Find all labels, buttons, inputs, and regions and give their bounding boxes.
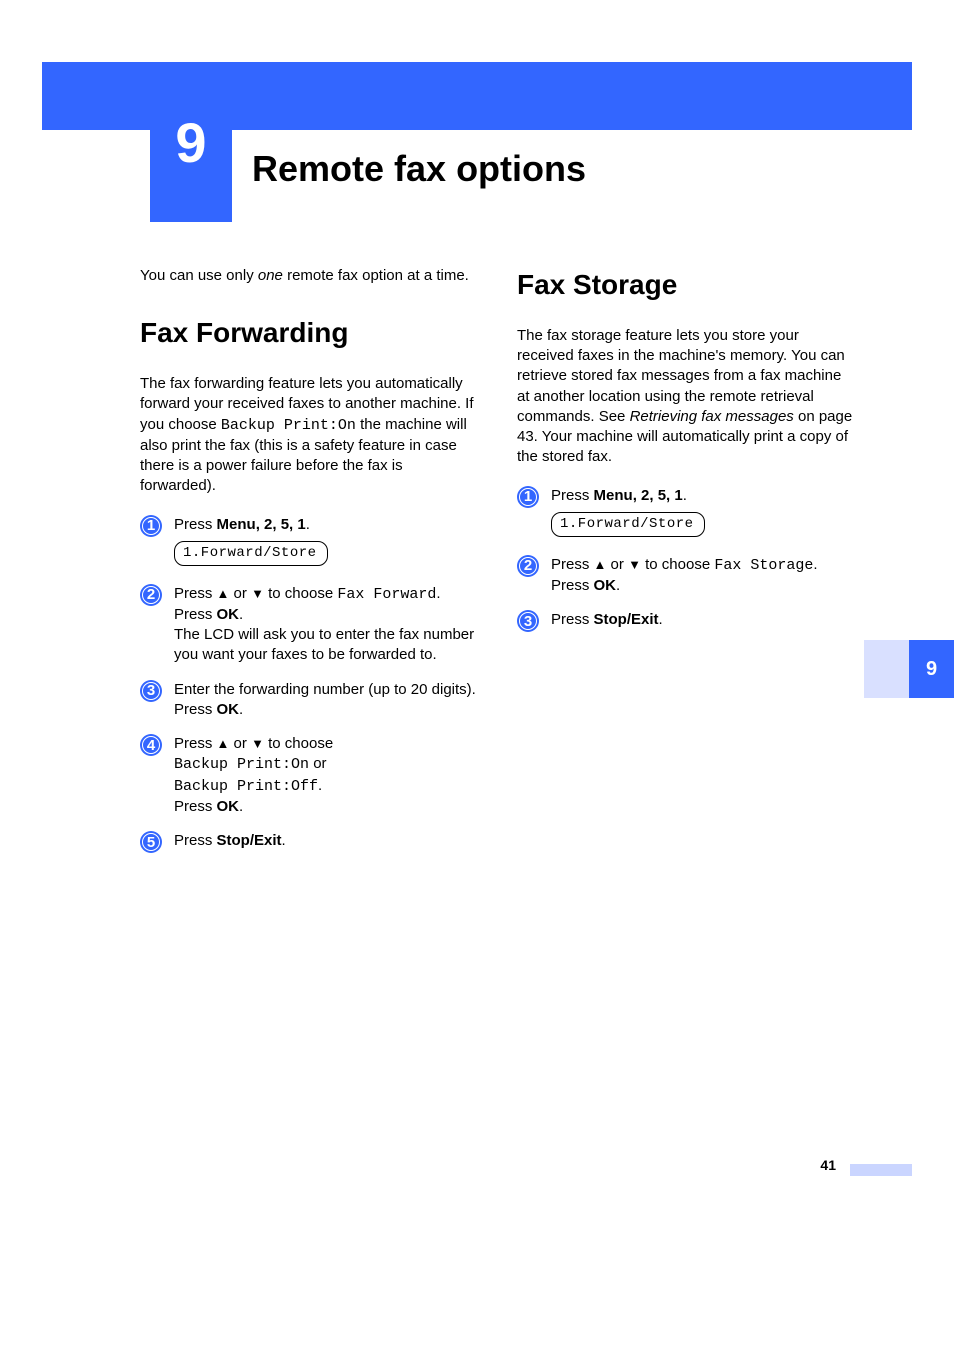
step-bullet-1: 1 — [140, 515, 162, 537]
ff-s2-or: or — [229, 585, 251, 602]
fs-step-1: 1 Press Menu, 2, 5, 1. 1.Forward/Store — [517, 486, 854, 541]
fs-s3-stop: Stop/Exit — [594, 611, 659, 628]
side-tab-number: 9 — [926, 658, 937, 681]
ff-s3-dot: . — [239, 701, 243, 718]
ff-s2-mono: Fax Forward — [337, 586, 436, 603]
ff-s4-choose: to choose — [264, 735, 333, 752]
side-tab: 9 — [909, 640, 954, 698]
fs-s1-menu: Menu — [594, 487, 633, 504]
ff-s1-prefix: Press — [174, 516, 217, 533]
ff-s4-mono1: Backup Print:On — [174, 756, 309, 773]
fax-storage-heading: Fax Storage — [517, 266, 854, 304]
ff-step-4-body: Press ▲ or ▼ to choose Backup Print:On o… — [174, 734, 477, 817]
ff-s2-prefix: Press — [174, 585, 217, 602]
side-tab-shadow — [864, 640, 909, 698]
step-bullet-1: 1 — [517, 486, 539, 508]
ff-s4-press: Press — [174, 798, 217, 815]
step-bullet-2: 2 — [517, 555, 539, 577]
page-number: 41 — [820, 1157, 836, 1173]
fs-step-2: 2 Press ▲ or ▼ to choose Fax Storage. Pr… — [517, 555, 854, 597]
step-bullet-3: 3 — [517, 610, 539, 632]
fs-step-3-body: Press Stop/Exit. — [551, 610, 854, 630]
ff-s5-stop: Stop/Exit — [217, 832, 282, 849]
fs-s2-mono: Fax Storage — [714, 557, 813, 574]
fs-s2-prefix: Press — [551, 556, 594, 573]
ff-step-4: 4 Press ▲ or ▼ to choose Backup Print:On… — [140, 734, 477, 817]
intro-prefix: You can use only — [140, 267, 258, 284]
ff-s2-dot2: . — [239, 606, 243, 623]
fs-s1-prefix: Press — [551, 487, 594, 504]
fs-s2-dot: . — [813, 556, 817, 573]
fs-s1-keys: , 2, 5, 1 — [633, 487, 683, 504]
down-arrow-icon: ▼ — [251, 735, 264, 753]
ff-s2-press: Press — [174, 606, 217, 623]
step-bullet-5: 5 — [140, 831, 162, 853]
right-column: Fax Storage The fax storage feature lets… — [517, 266, 854, 867]
down-arrow-icon: ▼ — [251, 585, 264, 603]
fs-step-2-body: Press ▲ or ▼ to choose Fax Storage. Pres… — [551, 555, 854, 597]
ff-s4-ok: OK — [217, 798, 240, 815]
ff-s4-prefix: Press — [174, 735, 217, 752]
up-arrow-icon: ▲ — [594, 556, 607, 574]
ff-s4-or2: or — [309, 755, 327, 772]
up-arrow-icon: ▲ — [217, 735, 230, 753]
fs-step-3: 3 Press Stop/Exit. — [517, 610, 854, 632]
ff-s1-lcd: 1.Forward/Store — [174, 541, 328, 566]
content-area: You can use only one remote fax option a… — [140, 266, 854, 867]
ff-s1-keys: , 2, 5, 1 — [256, 516, 306, 533]
ff-s2-dot: . — [436, 585, 440, 602]
fs-step-1-body: Press Menu, 2, 5, 1. 1.Forward/Store — [551, 486, 854, 541]
intro-text: You can use only one remote fax option a… — [140, 266, 477, 286]
ff-s3-press: Press — [174, 701, 217, 718]
ff-s2-tail: The LCD will ask you to enter the fax nu… — [174, 626, 474, 663]
fax-forwarding-heading: Fax Forwarding — [140, 314, 477, 352]
step-bullet-2: 2 — [140, 584, 162, 606]
fs-s2-choose: to choose — [641, 556, 714, 573]
fs-s3-dot: . — [659, 611, 663, 628]
ff-step-3: 3 Enter the forwarding number (up to 20 … — [140, 680, 477, 721]
fs-s2-ok: OK — [594, 577, 617, 594]
left-column: You can use only one remote fax option a… — [140, 266, 477, 867]
fs-s1-lcd: 1.Forward/Store — [551, 512, 705, 537]
ff-s2-choose: to choose — [264, 585, 337, 602]
ff-s4-dot: . — [318, 777, 322, 794]
fs-s2-or: or — [606, 556, 628, 573]
ff-s2-ok: OK — [217, 606, 240, 623]
chapter-number-box: 9 — [150, 62, 232, 222]
down-arrow-icon: ▼ — [628, 556, 641, 574]
ff-s1-dot: . — [306, 516, 310, 533]
ff-step-3-body: Enter the forwarding number (up to 20 di… — [174, 680, 477, 721]
ff-s4-or: or — [229, 735, 251, 752]
ff-s5-dot: . — [282, 832, 286, 849]
step-bullet-4: 4 — [140, 734, 162, 756]
ff-step-5: 5 Press Stop/Exit. — [140, 831, 477, 853]
ff-s3-ok: OK — [217, 701, 240, 718]
fax-forwarding-body: The fax forwarding feature lets you auto… — [140, 374, 477, 497]
intro-suffix: remote fax option at a time. — [283, 267, 469, 284]
fax-storage-body: The fax storage feature lets you store y… — [517, 326, 854, 468]
chapter-number: 9 — [175, 110, 206, 175]
chapter-title: Remote fax options — [252, 148, 586, 190]
ff-step-2-body: Press ▲ or ▼ to choose Fax Forward. Pres… — [174, 584, 477, 666]
ff-s1-menu: Menu — [217, 516, 256, 533]
ff-s5-prefix: Press — [174, 832, 217, 849]
fs-s2-dot2: . — [616, 577, 620, 594]
ff-s4-mono2: Backup Print:Off — [174, 778, 318, 795]
ff-step-5-body: Press Stop/Exit. — [174, 831, 477, 851]
fs-body-italic: Retrieving fax messages — [630, 408, 794, 425]
page-number-bar — [850, 1164, 912, 1176]
fs-s3-prefix: Press — [551, 611, 594, 628]
step-bullet-3: 3 — [140, 680, 162, 702]
intro-italic: one — [258, 267, 283, 284]
ff-s3-line1: Enter the forwarding number (up to 20 di… — [174, 681, 476, 698]
fs-s1-dot: . — [683, 487, 687, 504]
ff-step-2: 2 Press ▲ or ▼ to choose Fax Forward. Pr… — [140, 584, 477, 666]
up-arrow-icon: ▲ — [217, 585, 230, 603]
ff-step-1: 1 Press Menu, 2, 5, 1. 1.Forward/Store — [140, 515, 477, 570]
ff-body-mono: Backup Print:On — [221, 417, 356, 434]
fs-s2-press: Press — [551, 577, 594, 594]
ff-step-1-body: Press Menu, 2, 5, 1. 1.Forward/Store — [174, 515, 477, 570]
ff-s4-dot2: . — [239, 798, 243, 815]
